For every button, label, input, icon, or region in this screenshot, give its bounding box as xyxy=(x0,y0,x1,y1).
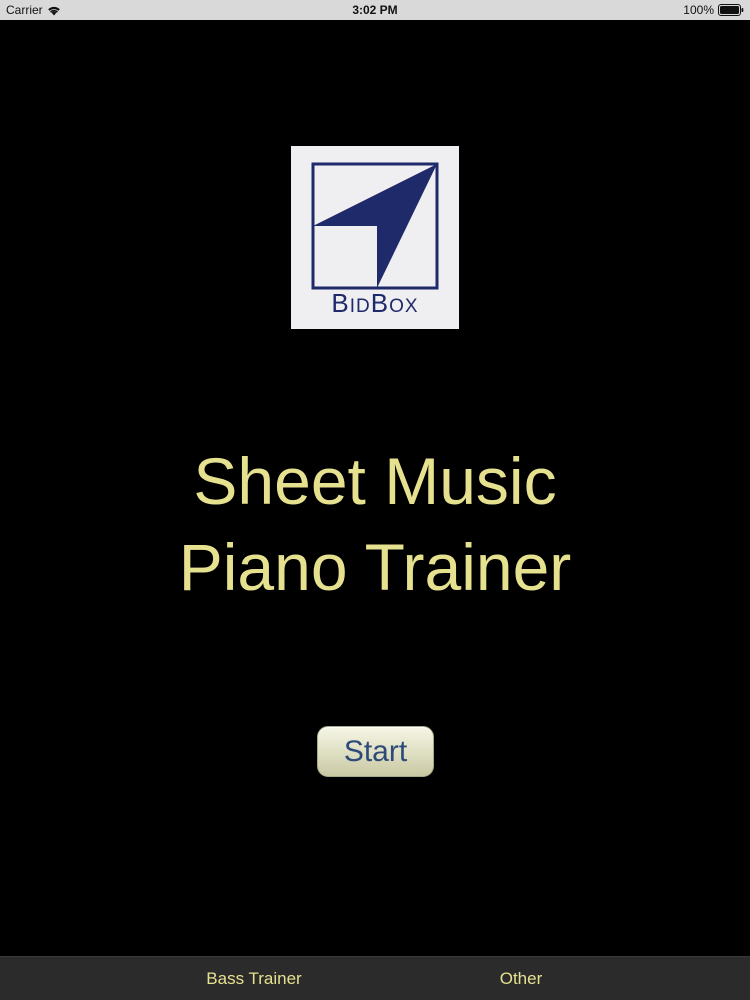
app-title: Sheet Music Piano Trainer xyxy=(0,438,750,610)
svg-text:BIDBOX: BIDBOX xyxy=(331,288,418,318)
bidbox-logo: BIDBOX xyxy=(291,146,459,329)
tab-bass-trainer[interactable]: Bass Trainer xyxy=(163,957,345,1000)
battery-percent: 100% xyxy=(683,3,714,17)
bidbox-logo-graphic: BIDBOX xyxy=(311,162,439,318)
battery-icon xyxy=(718,4,744,16)
tab-other[interactable]: Other xyxy=(430,957,612,1000)
status-right: 100% xyxy=(683,3,744,17)
tab-bar: Bass Trainer Other xyxy=(0,956,750,1000)
status-bar: Carrier 3:02 PM 100% xyxy=(0,0,750,20)
start-button[interactable]: Start xyxy=(317,726,434,777)
bidbox-wordmark: BIDBOX xyxy=(331,288,418,318)
app-title-line2: Piano Trainer xyxy=(178,530,572,604)
app-title-line1: Sheet Music xyxy=(193,444,557,518)
status-time: 3:02 PM xyxy=(352,3,398,17)
